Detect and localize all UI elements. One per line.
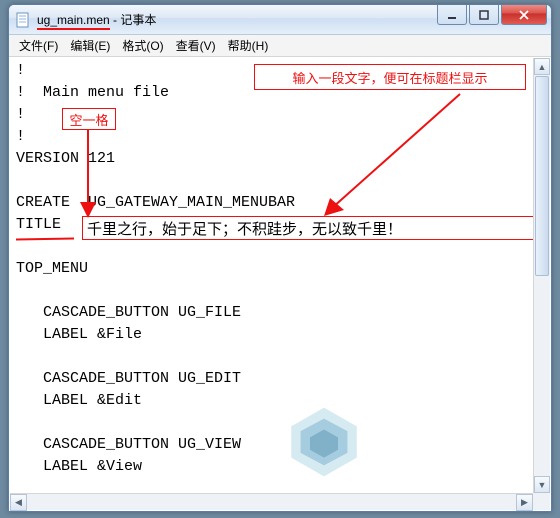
scroll-thumb[interactable]	[535, 76, 549, 276]
minimize-button[interactable]	[437, 5, 467, 25]
watermark-cube-icon	[285, 403, 363, 481]
notepad-window: ug_main.men - 记事本 文件(F) 编辑(E) 格式(O) 查看(V…	[8, 4, 552, 512]
menu-help[interactable]: 帮助(H)	[222, 35, 275, 56]
scroll-left-button[interactable]: ◀	[10, 494, 27, 511]
text-area[interactable]: ! ! Main menu file ! ! VERSION 121 CREAT…	[10, 58, 533, 493]
document-text[interactable]: ! ! Main menu file ! ! VERSION 121 CREAT…	[10, 58, 533, 478]
maximize-button[interactable]	[469, 5, 499, 25]
scroll-down-button[interactable]: ▼	[534, 476, 550, 493]
menubar: 文件(F) 编辑(E) 格式(O) 查看(V) 帮助(H)	[9, 35, 551, 57]
menu-edit[interactable]: 编辑(E)	[64, 35, 116, 56]
window-title: ug_main.men - 记事本	[37, 11, 156, 28]
scroll-right-button[interactable]: ▶	[516, 494, 533, 511]
close-button[interactable]	[501, 5, 547, 25]
titlebar[interactable]: ug_main.men - 记事本	[9, 5, 551, 35]
horizontal-scrollbar[interactable]: ◀ ▶	[10, 493, 533, 510]
scroll-corner	[533, 493, 550, 510]
menu-view[interactable]: 查看(V)	[170, 35, 222, 56]
notepad-icon	[15, 12, 31, 28]
menu-file[interactable]: 文件(F)	[13, 35, 64, 56]
vertical-scrollbar[interactable]: ▲ ▼	[533, 58, 550, 493]
menu-format[interactable]: 格式(O)	[116, 35, 169, 56]
scroll-up-button[interactable]: ▲	[534, 58, 550, 75]
